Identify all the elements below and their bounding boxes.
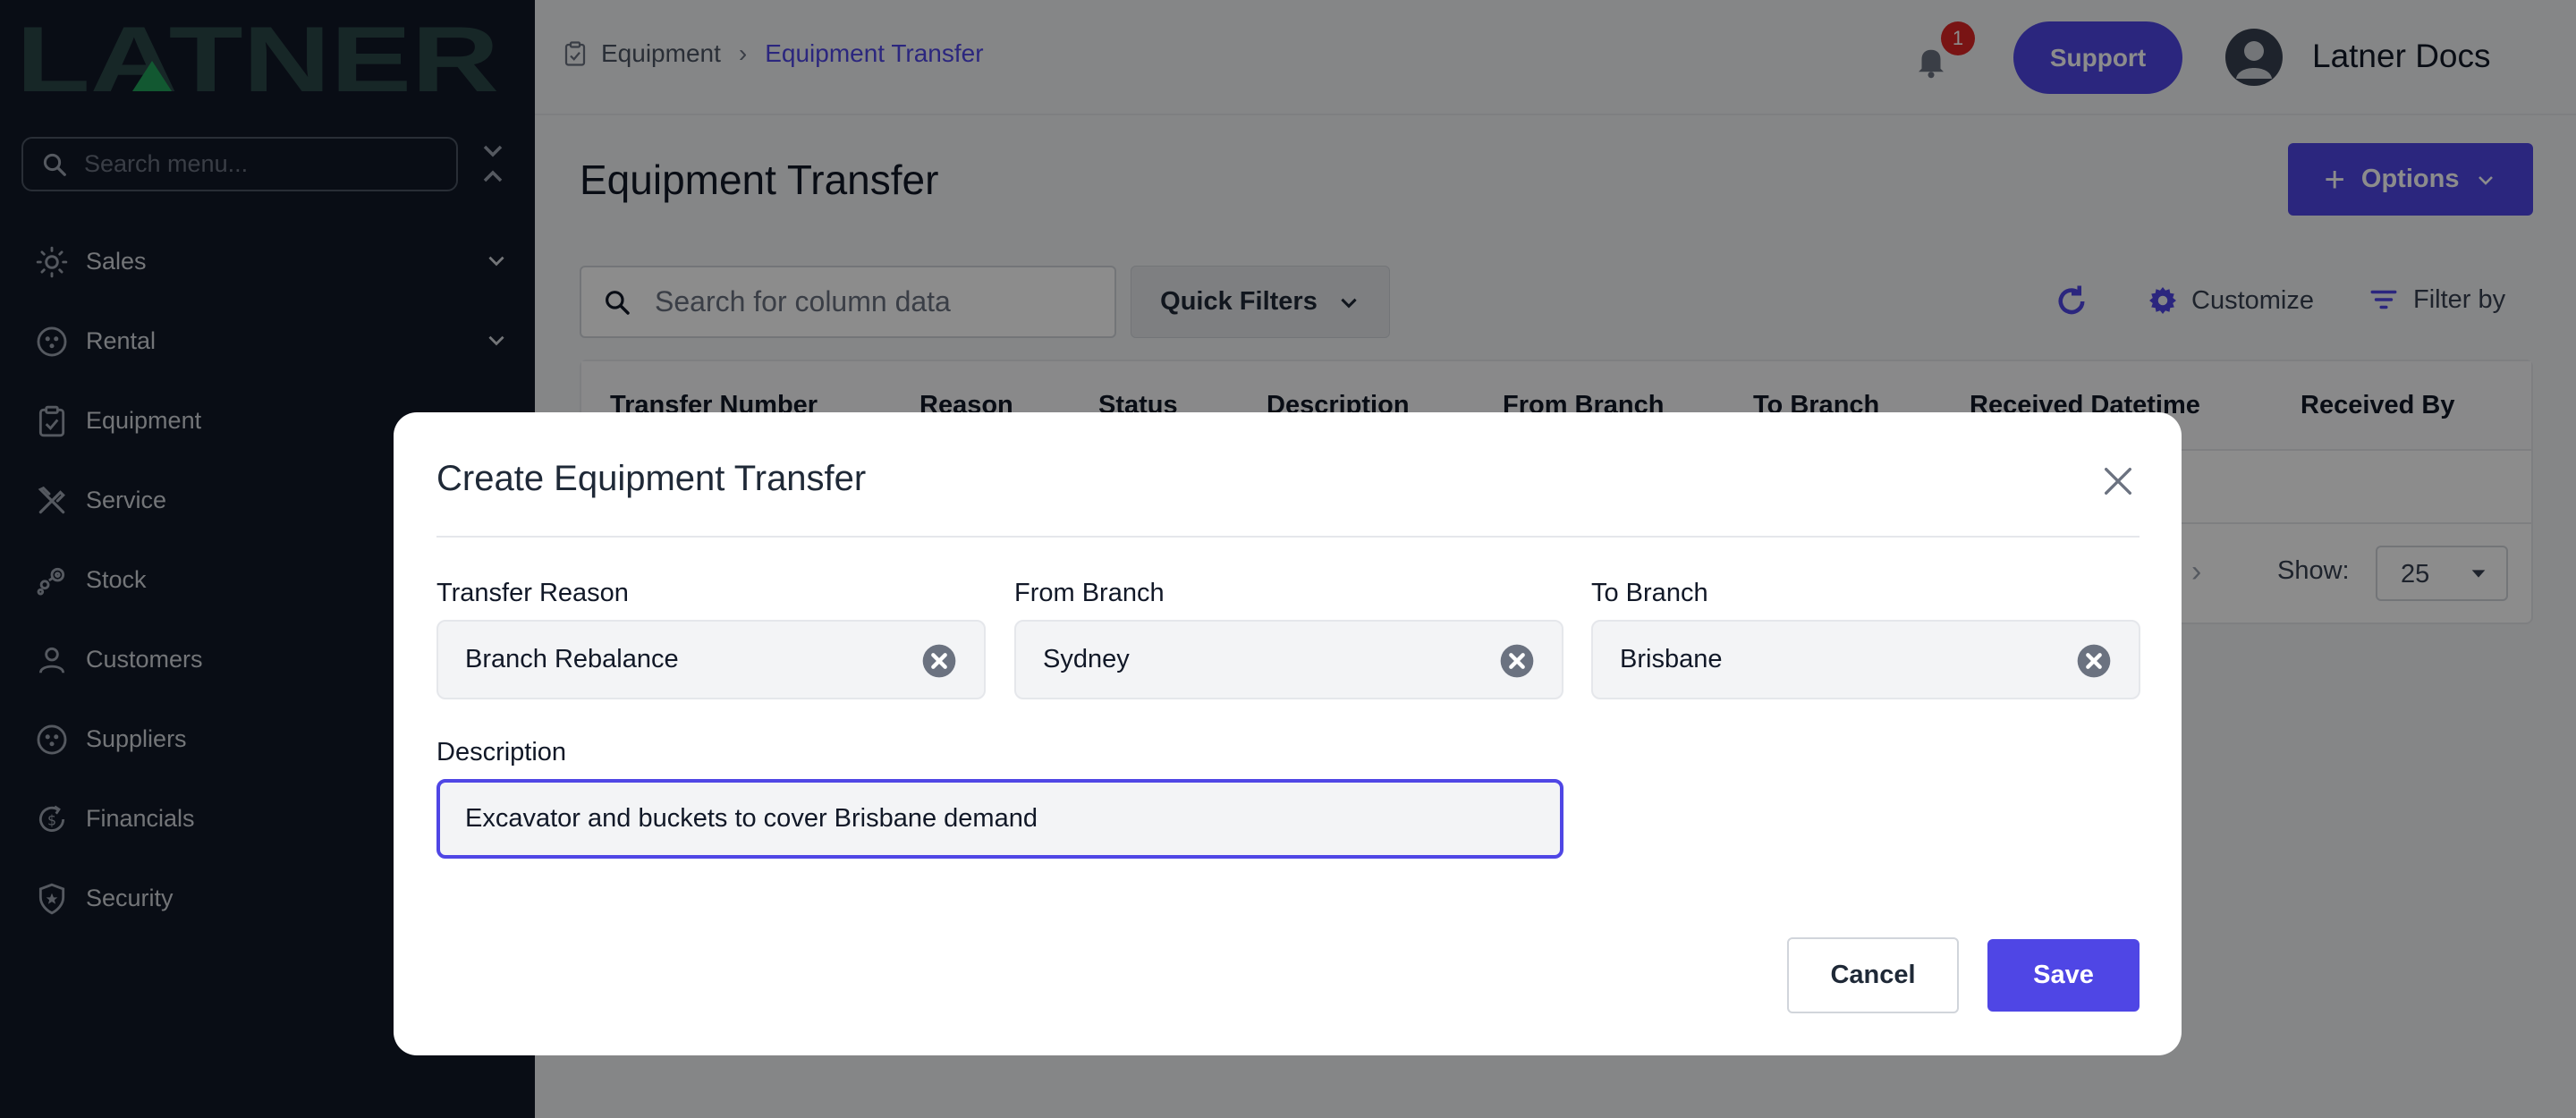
to-branch-select[interactable]: Brisbane [1591, 620, 2140, 699]
from-branch-label: From Branch [1014, 579, 1165, 607]
from-branch-value: Sydney [1043, 645, 1130, 673]
clear-icon[interactable] [921, 643, 957, 679]
save-button[interactable]: Save [1987, 939, 2140, 1012]
from-branch-select[interactable]: Sydney [1014, 620, 1563, 699]
modal-title: Create Equipment Transfer [436, 459, 867, 498]
transfer-reason-value: Branch Rebalance [465, 645, 679, 673]
create-transfer-modal: Create Equipment Transfer Transfer Reaso… [394, 412, 2182, 1055]
modal-divider [436, 536, 2140, 538]
to-branch-label: To Branch [1591, 579, 1708, 607]
description-input[interactable] [436, 779, 1563, 859]
cancel-button[interactable]: Cancel [1787, 937, 1959, 1013]
description-label: Description [436, 738, 567, 767]
transfer-reason-label: Transfer Reason [436, 579, 629, 607]
transfer-reason-select[interactable]: Branch Rebalance [436, 620, 986, 699]
clear-icon[interactable] [1499, 643, 1535, 679]
clear-icon[interactable] [2076, 643, 2112, 679]
close-icon[interactable] [2100, 463, 2136, 499]
to-branch-value: Brisbane [1620, 645, 1723, 673]
